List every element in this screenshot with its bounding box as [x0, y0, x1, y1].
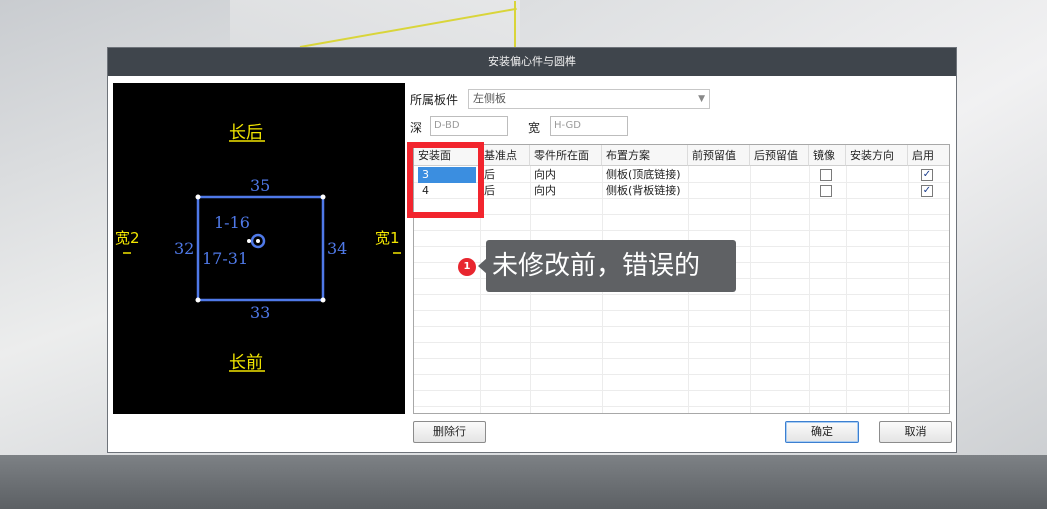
- part-face-cell[interactable]: 向内: [530, 183, 602, 199]
- preview-edge-right: 34: [327, 239, 347, 258]
- check-icon: ✓: [922, 169, 932, 180]
- part-face-cell[interactable]: 向内: [530, 167, 602, 183]
- column-header[interactable]: 镜像: [809, 145, 846, 166]
- depth-input[interactable]: D-BD: [430, 116, 508, 136]
- scene-selection-edge-vertical: [514, 1, 516, 47]
- mirror-checkbox[interactable]: [820, 185, 832, 197]
- scheme-cell[interactable]: 侧板(背板链接): [602, 183, 688, 199]
- preview-inner-range-1: 1-16: [214, 213, 250, 232]
- board-select-value: 左侧板: [473, 92, 506, 105]
- preview-inner-range-2: 17-31: [202, 249, 248, 268]
- column-header[interactable]: 启用: [908, 145, 949, 166]
- cancel-button[interactable]: 取消: [879, 421, 952, 443]
- preview-edge-bottom: 33: [250, 303, 270, 322]
- column-header[interactable]: 零件所在面: [530, 145, 602, 166]
- width-input[interactable]: H-GD: [550, 116, 628, 136]
- panel-preview: 长后 长前 宽2 宽1 35 33 32 34 1-16 17-31: [113, 83, 405, 414]
- preview-edge-left: 32: [174, 239, 194, 258]
- board-select[interactable]: 左侧板 ▼: [468, 89, 710, 109]
- dialog-title: 安装偏心件与圆榫: [108, 48, 956, 76]
- preview-left-label: 宽2: [115, 229, 140, 247]
- delete-row-button[interactable]: 删除行: [413, 421, 486, 443]
- check-icon: ✓: [922, 185, 932, 196]
- annotation-tooltip: 未修改前，错误的: [486, 240, 736, 292]
- column-header[interactable]: 安装方向: [846, 145, 908, 166]
- annotation-badge: 1: [458, 258, 476, 276]
- scheme-cell[interactable]: 侧板(顶底链接): [602, 167, 688, 183]
- base-cell[interactable]: 后: [480, 167, 530, 183]
- preview-bottom-label: 长前: [229, 353, 263, 373]
- enabled-checkbox[interactable]: ✓: [921, 169, 933, 181]
- base-cell[interactable]: 后: [480, 183, 530, 199]
- preview-drawing: 长后 长前 宽2 宽1 35 33 32 34 1-16 17-31: [115, 123, 401, 373]
- highlight-box: [407, 142, 484, 218]
- column-header[interactable]: 后预留值: [750, 145, 809, 166]
- mirror-checkbox[interactable]: [820, 169, 832, 181]
- column-header[interactable]: 基准点: [480, 145, 530, 166]
- enabled-checkbox[interactable]: ✓: [921, 185, 933, 197]
- ok-button[interactable]: 确定: [785, 421, 859, 443]
- board-label: 所属板件: [410, 93, 459, 107]
- depth-label: 深: [410, 121, 423, 135]
- preview-top-label: 长后: [229, 123, 263, 143]
- column-header[interactable]: 布置方案: [602, 145, 688, 166]
- table-header: 安装面 基准点 零件所在面 布置方案 前预留值 后预留值 镜像 安装方向 启用: [414, 145, 949, 166]
- preview-edge-top: 35: [250, 176, 270, 195]
- column-header[interactable]: 前预留值: [688, 145, 750, 166]
- preview-right-label: 宽1: [375, 229, 400, 247]
- width-label: 宽: [528, 121, 541, 135]
- chevron-down-icon: ▼: [698, 94, 705, 104]
- scene-floor: [0, 455, 1047, 509]
